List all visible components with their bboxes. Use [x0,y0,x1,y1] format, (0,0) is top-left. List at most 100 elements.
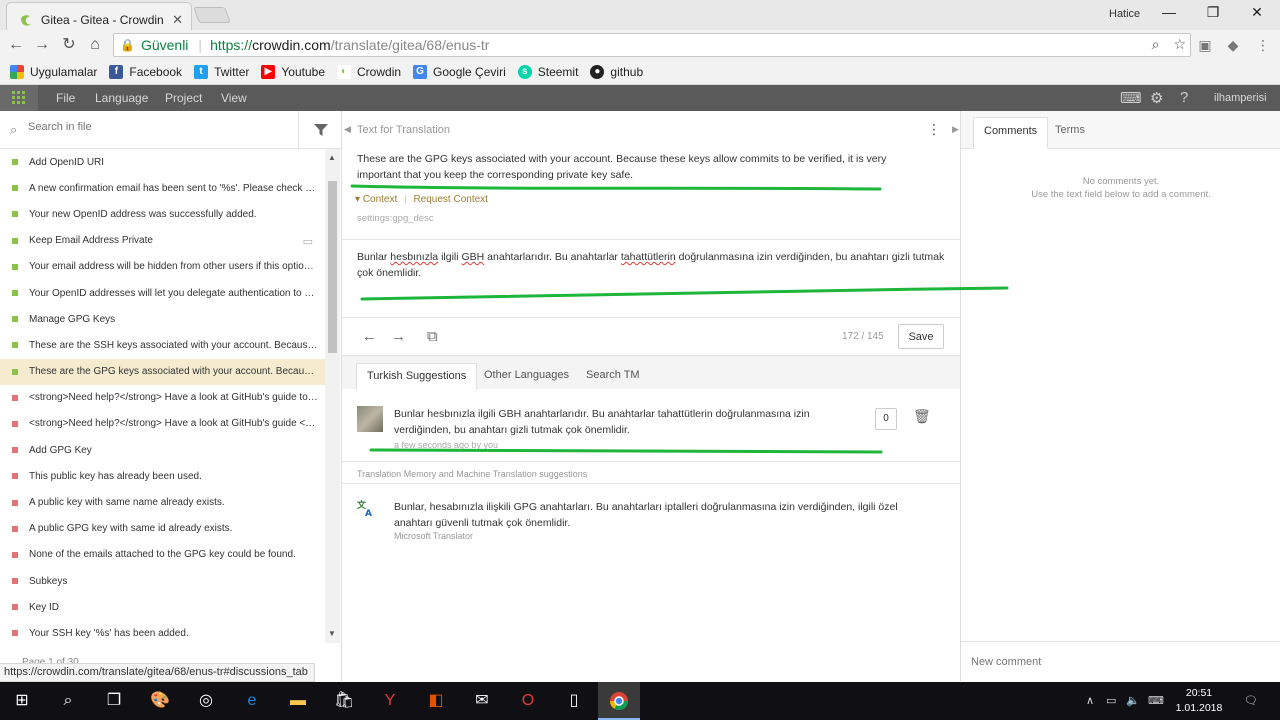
paint-icon[interactable]: 🎨 [150,691,170,711]
bookmark-star-icon[interactable]: ☆ [1173,36,1186,53]
string-list-item[interactable]: These are the SSH keys associated with y… [0,332,325,358]
copy-source-icon[interactable]: ⧉ [427,328,438,345]
string-list-item[interactable]: Your OpenID addresses will let you deleg… [0,280,325,306]
string-list-item[interactable]: None of the emails attached to the GPG k… [0,542,325,568]
string-list-item[interactable]: These are the GPG keys associated with y… [0,358,325,385]
store-icon[interactable]: 🛍 [334,691,354,711]
restore-icon[interactable]: ❐ [1198,4,1228,24]
search-icon[interactable]: ⌕ [58,691,78,711]
menu-file[interactable]: File [56,91,75,105]
minimize-icon[interactable]: — [1154,4,1184,24]
app-icon[interactable]: ◧ [426,691,446,711]
menu-project[interactable]: Project [165,91,202,105]
collapse-right-icon[interactable]: ▶ [952,124,959,135]
bookmark-twitter[interactable]: t Twitter [194,65,249,79]
windows-start-icon[interactable]: ⊞ [12,691,32,711]
filter-icon[interactable] [298,111,342,149]
translation-textarea[interactable]: Bunlar hesbınızla ilgili GBH anahtarları… [357,249,947,281]
apps-grid-button[interactable] [0,85,38,111]
home-icon[interactable]: ⌂ [85,35,105,55]
tab-other-languages[interactable]: Other Languages [474,363,579,390]
bookmark-steemit[interactable]: s Steemit [517,65,578,79]
scroll-up-icon[interactable]: ▲ [328,153,336,162]
string-list-item[interactable]: Your SSH key '%s' has been added. [0,620,325,643]
tab-close-icon[interactable]: ✕ [172,12,183,28]
next-string-icon[interactable]: → [391,328,406,345]
new-tab-button[interactable] [193,7,231,23]
string-list-item[interactable]: Manage GPG Keys [0,306,325,332]
zoom-search-icon[interactable]: ⌕ [1152,36,1160,53]
save-button[interactable]: Save [898,324,944,349]
string-list-item[interactable]: Key ID [0,594,325,620]
previous-string-icon[interactable]: ← [362,328,377,345]
scroll-thumb[interactable] [328,181,337,353]
volume-icon[interactable]: 🔈 [1126,694,1140,707]
tab-comments[interactable]: Comments [973,117,1049,149]
notepad-icon[interactable]: ▯ [564,691,584,711]
context-toggle[interactable]: ▾ Context [355,194,397,205]
file-explorer-icon[interactable]: ▬ [288,691,308,711]
yandex-icon[interactable]: Y [380,691,400,711]
vote-count[interactable]: 0 [875,408,897,430]
more-options-icon[interactable]: ⋮ [927,121,941,138]
extension-icon[interactable]: ▣ [1196,36,1214,54]
mail-icon[interactable]: ✉ [472,691,492,711]
tab-terms[interactable]: Terms [1045,117,1095,149]
forward-icon[interactable]: → [32,35,52,55]
account-username[interactable]: ilhamperisi [1214,92,1267,104]
network-icon[interactable]: ▭ [1106,694,1116,707]
app-icon[interactable]: ◎ [196,691,216,711]
collapse-left-icon[interactable]: ◀ [344,124,351,135]
bookmark-google-translate[interactable]: G Google Çeviri [413,65,506,79]
bookmark-github[interactable]: ● github [590,65,643,79]
system-clock[interactable]: 20:51 1.01.2018 [1174,686,1224,716]
tray-chevron-icon[interactable]: ∧ [1086,694,1094,707]
extension-icon[interactable]: ◆ [1224,36,1242,54]
edge-icon[interactable]: e [242,691,262,711]
help-icon[interactable]: ? [1180,89,1188,106]
chrome-taskbar-active[interactable] [598,682,640,720]
request-context-link[interactable]: Request Context [413,194,488,205]
string-list-item[interactable]: Keep Email Address Private ▭ [0,228,325,254]
string-list-item[interactable]: Your new OpenID address was successfully… [0,201,325,227]
bookmark-youtube[interactable]: ▶ Youtube [261,65,325,79]
task-view-icon[interactable]: ❐ [104,691,124,711]
new-comment-input[interactable] [971,656,1271,668]
keyboard-icon[interactable]: ⌨ [1120,89,1142,107]
string-list-item[interactable]: This public key has already been used. [0,463,325,489]
sidebar-scrollbar[interactable]: ▲ ▼ [325,149,340,643]
menu-view[interactable]: View [221,91,247,105]
reload-icon[interactable]: ↻ [59,35,79,55]
back-icon[interactable]: ← [6,35,26,55]
opera-icon[interactable]: O [518,691,538,711]
string-list-item[interactable]: Subkeys [0,568,325,594]
chrome-menu-icon[interactable]: ⋮ [1254,36,1272,54]
tab-search-tm[interactable]: Search TM [576,363,650,390]
string-list-item[interactable]: Your email address will be hidden from o… [0,254,325,280]
string-list-item[interactable]: A new confirmation email has been sent t… [0,175,325,201]
user-suggestion[interactable]: Bunlar hesbınızla ilgili GBH anahtarları… [357,406,947,454]
string-list-item[interactable]: Add OpenID URI [0,149,325,175]
close-window-icon[interactable]: ✕ [1242,4,1272,24]
settings-gear-icon[interactable]: ⚙ [1150,89,1163,107]
browser-tab[interactable]: Gitea - Gitea - Crowdin t ✕ [6,2,192,30]
notification-icon[interactable]: 🗨 [1244,694,1258,707]
bookmark-crowdin[interactable]: ◐ Crowdin [337,65,401,79]
string-list-item[interactable]: <strong>Need help?</strong> Have a look … [0,411,325,437]
comment-icon[interactable]: ▭ [303,235,313,248]
tab-turkish-suggestions[interactable]: Turkish Suggestions [356,363,478,390]
keyboard-layout-icon[interactable]: ⌨ [1148,694,1164,707]
bookmark-apps[interactable]: Uygulamalar [10,65,97,79]
scroll-down-icon[interactable]: ▼ [328,629,336,638]
search-in-file-input[interactable] [28,121,288,133]
string-list-item[interactable]: <strong>Need help?</strong> Have a look … [0,385,325,411]
menu-language[interactable]: Language [95,91,148,105]
machine-suggestion[interactable]: 文A Bunlar, hesabınızla ilişkili GPG anah… [356,499,947,547]
delete-suggestion-icon[interactable]: 🗑 [913,408,931,425]
address-bar[interactable]: 🔒 Güvenli | https:// crowdin.com /transl… [113,33,1191,57]
bookmark-facebook[interactable]: f Facebook [109,65,182,79]
profile-user[interactable]: Hatice [1109,8,1140,20]
string-list-item[interactable]: A public key with same name already exis… [0,489,325,515]
string-list-item[interactable]: A public GPG key with same id already ex… [0,516,325,542]
string-list-item[interactable]: Add GPG Key [0,437,325,463]
